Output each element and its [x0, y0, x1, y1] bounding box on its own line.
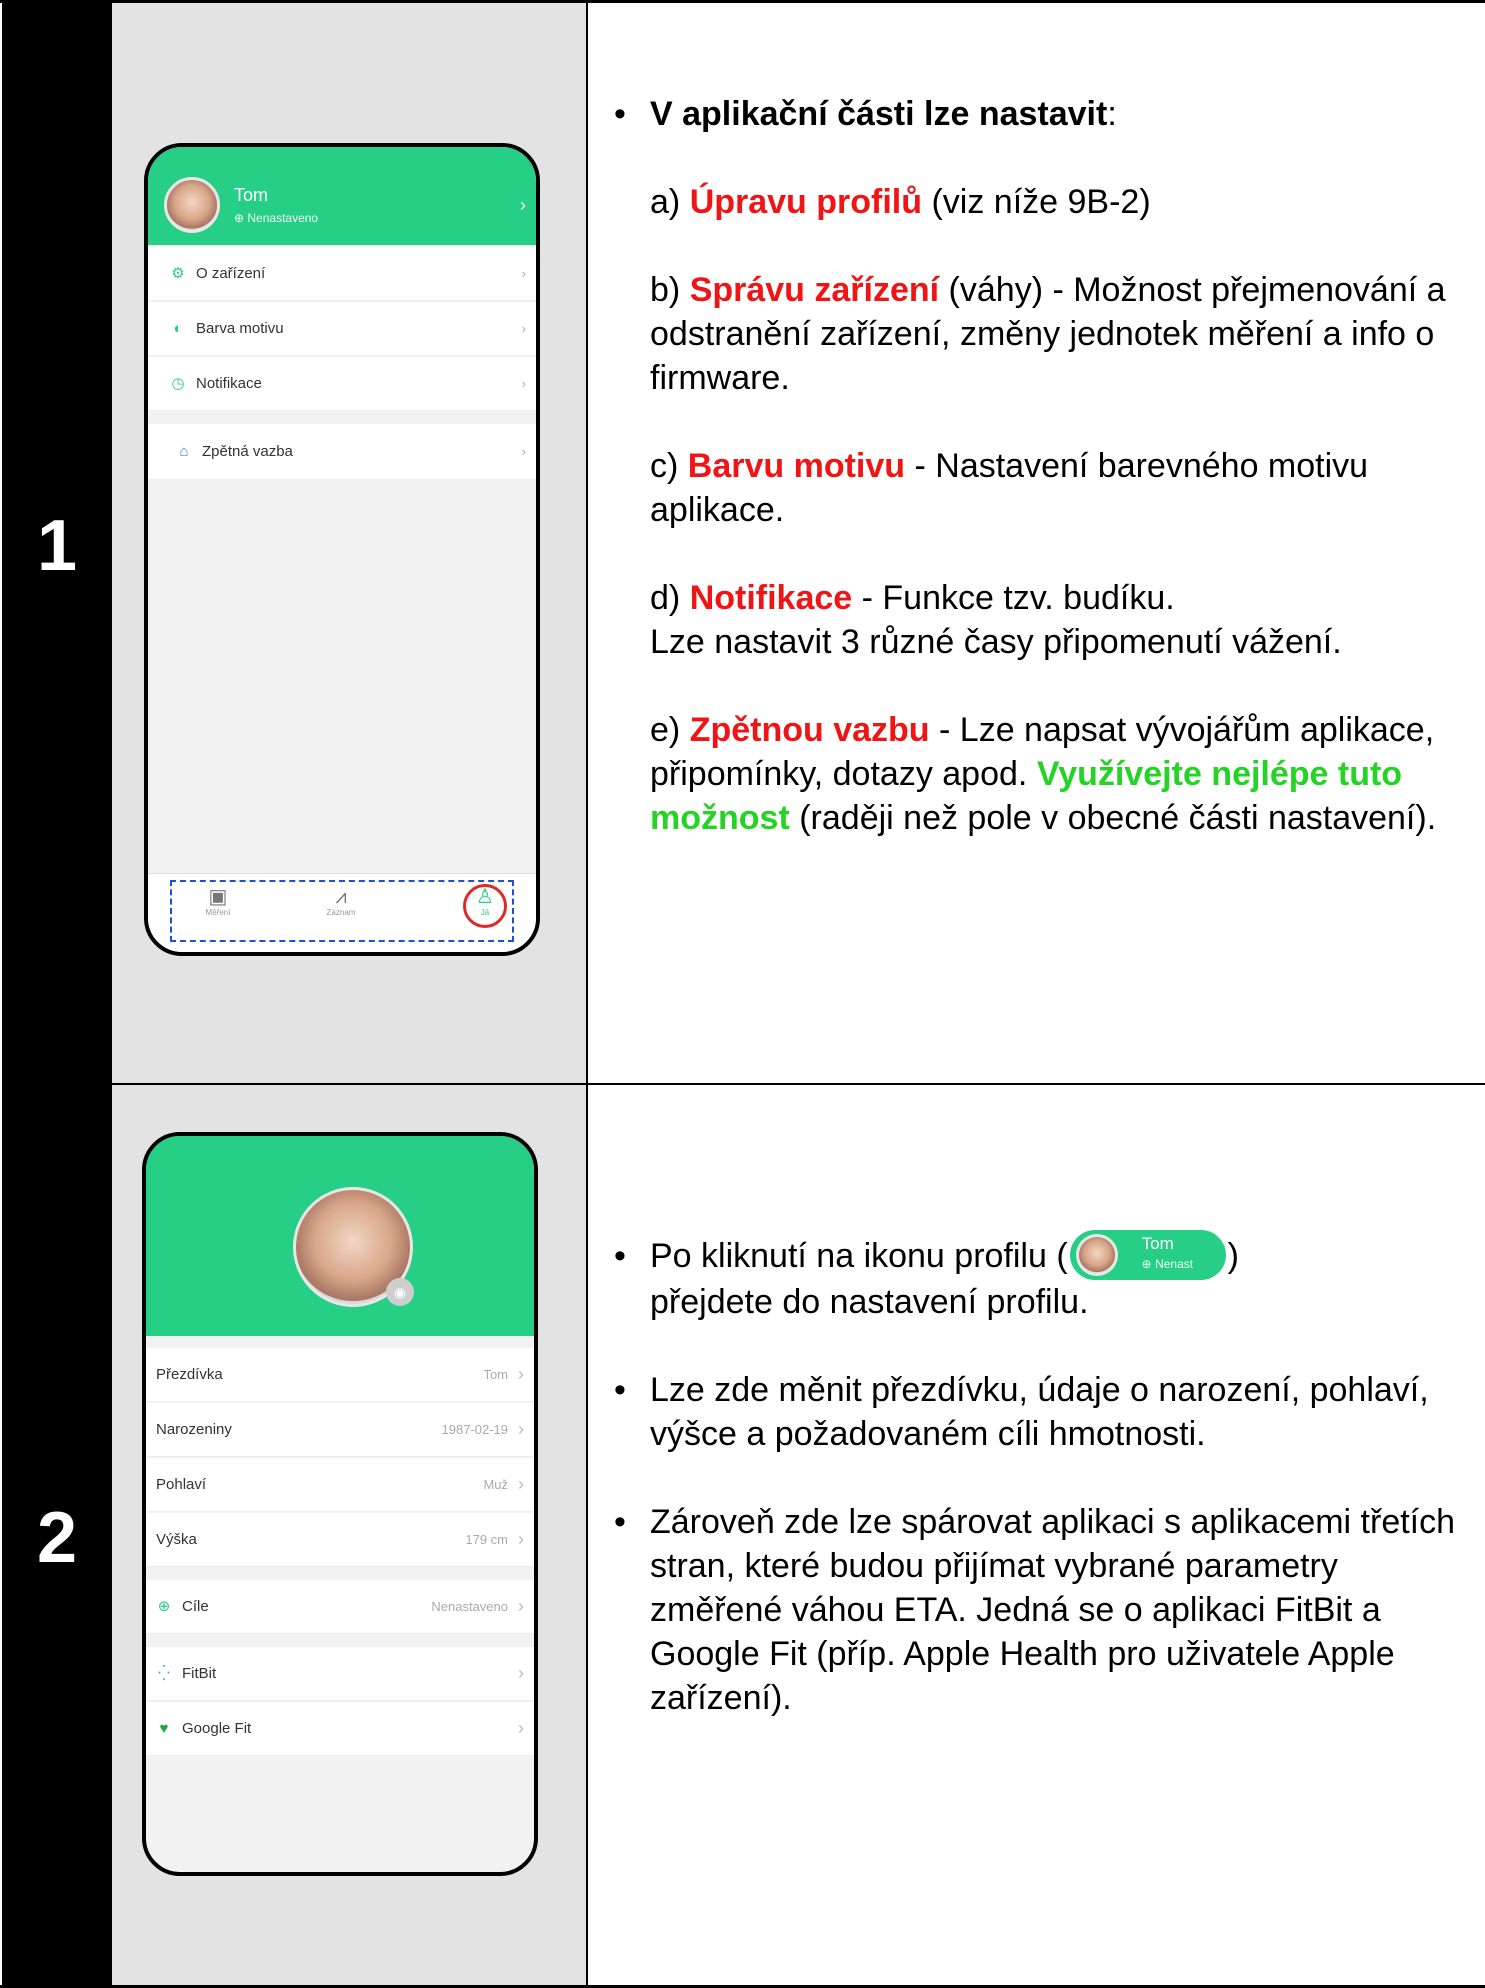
target-icon: ⊕: [157, 1597, 171, 1615]
avatar: [164, 177, 220, 233]
profile-row-birthday[interactable]: Narozeniny 1987-02-19 ›: [146, 1403, 534, 1457]
chip-status: ⊕ Nenast: [1141, 1257, 1194, 1272]
palette-icon: ◐: [173, 319, 183, 337]
chevron-right-icon: ›: [521, 376, 526, 391]
tab-label: Záznam: [326, 908, 356, 917]
phone-profile-screen: ◉ Přezdívka Tom › Narozeniny 1987-02-19 › Po…: [142, 1132, 538, 1876]
menu-item-feedback[interactable]: ⌂ Zpětná vazba ›: [148, 424, 536, 480]
step1-image-cell: Tom ⊕ Nenastaveno › ⚙ O zařízení › ◐ Barva …: [112, 3, 587, 1083]
avatar: [1075, 1234, 1118, 1277]
tab-measurement[interactable]: ▣ Měření: [178, 886, 258, 917]
row-label: FitBit: [182, 1665, 217, 1682]
row-value: 179 cm: [465, 1532, 508, 1547]
person-icon: ♙: [476, 886, 494, 908]
profile-header[interactable]: Tom ⊕ Nenastaveno ›: [148, 147, 536, 245]
fitbit-icon: ⁛: [158, 1664, 170, 1682]
feedback-icon: ⌂: [179, 442, 189, 460]
heart-icon: ♥: [159, 1719, 169, 1737]
scale-icon: ▣: [208, 886, 228, 908]
tab-label: Měření: [205, 908, 231, 917]
profile-header: ◉: [146, 1136, 534, 1336]
chevron-right-icon: ›: [518, 1663, 524, 1683]
step1-item-b: b) Správu zařízení (váhy) - Možnost přej…: [650, 271, 1446, 397]
step1-item-d: d) Notifikace - Funkce tzv. budíku. Lze n…: [650, 579, 1342, 661]
step-number-2: 2: [36, 1498, 78, 1578]
row-divider: [112, 1083, 1485, 1085]
chevron-right-icon: ›: [518, 1474, 524, 1494]
profile-row-height[interactable]: Výška 179 cm ›: [146, 1513, 534, 1567]
step2-text: Po kliknutí na ikonu profilu (Tom⊕ Nenas…: [614, 1230, 1464, 1764]
profile-row-gender[interactable]: Pohlaví Muž ›: [146, 1458, 534, 1512]
menu-item-notifications[interactable]: ◷ Notifikace ›: [148, 357, 536, 411]
menu-label: Barva motivu: [196, 320, 284, 337]
profile-row-goals[interactable]: ⊕ Cíle Nenastaveno ›: [146, 1580, 534, 1634]
chart-icon: ⩘: [335, 886, 347, 908]
step1-item-a: a) Úpravu profilů (viz níže 9B-2): [650, 183, 1151, 221]
bottom-tab-bar: ▣ Měření ⩘ Záznam ♙ Já: [148, 873, 536, 952]
row-value: Tom: [483, 1367, 508, 1382]
chevron-right-icon: ›: [520, 195, 526, 215]
tab-me[interactable]: ♙ Já: [445, 886, 525, 917]
camera-icon[interactable]: ◉: [386, 1278, 414, 1306]
chevron-right-icon: ›: [521, 321, 526, 336]
chevron-right-icon: ›: [521, 444, 526, 459]
tab-record[interactable]: ⩘ Záznam: [301, 886, 381, 917]
step2-bullet-2: Lze zde měnit přezdívku, údaje o narozen…: [614, 1368, 1464, 1456]
row-label: Přezdívka: [156, 1366, 223, 1383]
row-label: Narozeniny: [156, 1421, 232, 1438]
step1-item-e: e) Zpětnou vazbu - Lze napsat vývojářům …: [650, 711, 1437, 837]
menu-label: Notifikace: [196, 375, 262, 392]
chevron-right-icon: ›: [518, 1718, 524, 1738]
target-icon: ⊕: [234, 211, 248, 225]
chevron-right-icon: ›: [518, 1596, 524, 1616]
menu-label: O zařízení: [196, 265, 266, 282]
chip-name: Tom: [1141, 1234, 1174, 1254]
row-label: Google Fit: [182, 1720, 252, 1737]
profile-row-nickname[interactable]: Přezdívka Tom ›: [146, 1348, 534, 1402]
step1-heading: V aplikační části lze nastavit:: [614, 92, 1485, 136]
row-label: Pohlaví: [156, 1476, 207, 1493]
step-number-1: 1: [36, 506, 78, 586]
row-value: Muž: [483, 1477, 508, 1492]
row-value: 1987-02-19: [441, 1422, 509, 1437]
tab-label: Já: [480, 908, 490, 917]
profile-row-google-fit[interactable]: ♥ Google Fit ›: [146, 1702, 534, 1756]
alarm-clock-icon: ◷: [171, 374, 185, 392]
row-label: Cíle: [182, 1598, 209, 1615]
row-value: Nenastaveno: [431, 1599, 508, 1614]
chevron-right-icon: ›: [518, 1529, 524, 1549]
phone-settings-screen: Tom ⊕ Nenastaveno › ⚙ O zařízení › ◐ Barva …: [144, 143, 540, 956]
step-number-column: 1 2: [2, 0, 112, 1988]
row-label: Výška: [156, 1531, 197, 1548]
profile-chip: Tom ⊕ Nenast: [1069, 1230, 1226, 1281]
menu-item-about-device[interactable]: ⚙ O zařízení ›: [148, 247, 536, 301]
user-status: ⊕ Nenastaveno: [234, 211, 319, 225]
user-name: Tom: [234, 185, 269, 205]
step1-text: V aplikační části lze nastavit: a) Úprav…: [614, 92, 1485, 884]
profile-row-fitbit[interactable]: ⁛ FitBit ›: [146, 1647, 534, 1701]
chevron-right-icon: ›: [518, 1419, 524, 1439]
menu-label: Zpětná vazba: [202, 443, 293, 460]
gear-icon: ⚙: [171, 264, 185, 282]
step2-bullet-3: Zároveň zde lze spárovat aplikaci s apli…: [614, 1500, 1464, 1720]
step1-item-c: c) Barvu motivu - Nastavení barevného mo…: [650, 447, 1369, 529]
step2-bullet-1: Po kliknutí na ikonu profilu (Tom⊕ Nenas…: [614, 1230, 1464, 1324]
column-divider: [586, 0, 588, 1988]
step2-image-cell: ◉ Přezdívka Tom › Narozeniny 1987-02-19 › Po…: [112, 1085, 587, 1985]
chevron-right-icon: ›: [521, 266, 526, 281]
menu-item-theme-color[interactable]: ◐ Barva motivu ›: [148, 302, 536, 356]
chevron-right-icon: ›: [518, 1364, 524, 1384]
